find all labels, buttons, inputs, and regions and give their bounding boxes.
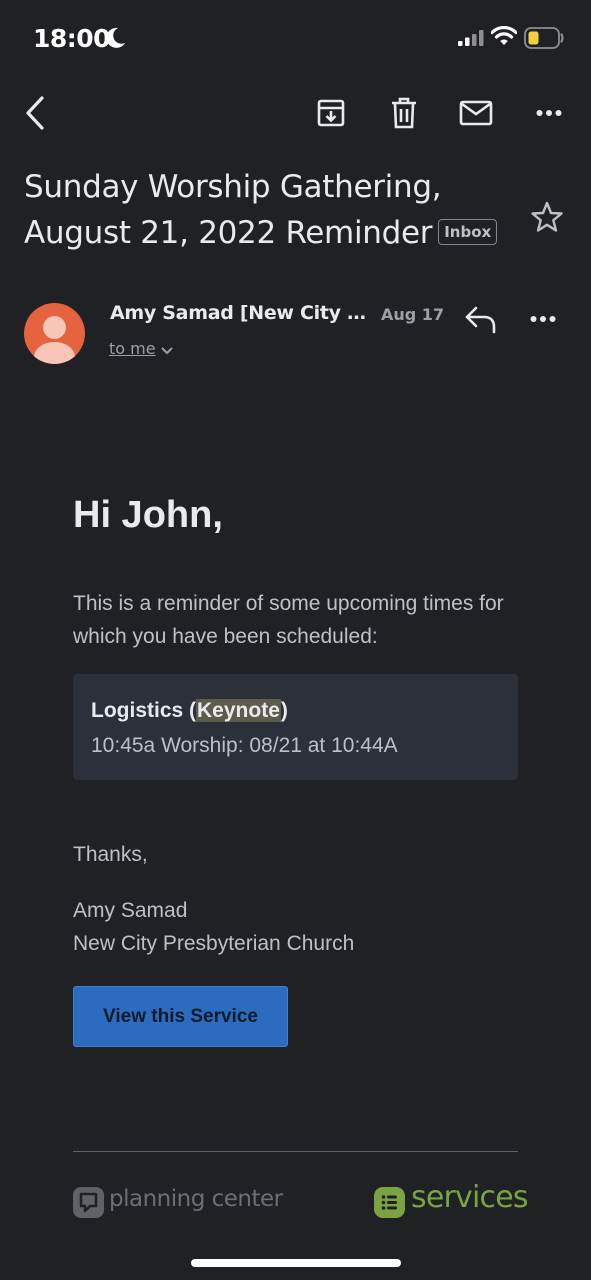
signature-org: New City Presbyterian Church (73, 932, 355, 955)
back-icon[interactable] (18, 93, 54, 133)
moon-icon (106, 27, 126, 54)
signature-name: Amy Samad (73, 899, 188, 922)
email-date: Aug 17 (381, 305, 445, 324)
status-time: 18:00 (33, 24, 111, 53)
sender-name: Amy Samad [New City Pr... (110, 302, 372, 324)
schedule-title-suffix: ) (280, 699, 288, 722)
intro-text: This is a reminder of some upcoming time… (73, 592, 504, 648)
email-subject: Sunday Worship Gathering, August 21, 202… (24, 164, 524, 256)
subject-text: Sunday Worship Gathering, August 21, 202… (24, 169, 442, 251)
signal-icon (458, 30, 485, 51)
star-icon[interactable] (530, 200, 566, 236)
services-brand: services (411, 1180, 529, 1215)
schedule-time: 10:45a Worship: 08/21 at 10:44A (91, 734, 398, 757)
chevron-down-icon[interactable] (160, 343, 174, 361)
wifi-icon (490, 25, 518, 51)
greeting: Hi John, (73, 494, 223, 536)
more-icon[interactable] (530, 100, 568, 126)
home-indicator[interactable] (191, 1259, 401, 1267)
schedule-title-keyword: Keynote (196, 699, 281, 722)
schedule-title-prefix: Logistics ( (91, 699, 197, 722)
mail-icon[interactable] (456, 94, 496, 132)
inbox-label-badge[interactable]: Inbox (438, 219, 498, 245)
schedule-title: Logistics (Keynote) (91, 699, 288, 723)
view-service-button[interactable]: View this Service (73, 986, 288, 1047)
archive-icon[interactable] (312, 94, 350, 132)
services-logo-icon (374, 1187, 405, 1218)
status-bar: 18:00 (0, 0, 591, 76)
thanks-text: Thanks, (73, 843, 148, 866)
avatar (24, 303, 85, 364)
recipient-details[interactable]: to me (109, 339, 156, 358)
reply-icon[interactable] (462, 304, 502, 340)
divider (73, 1151, 518, 1152)
sender-more-icon[interactable] (530, 310, 568, 334)
planning-center-brand: planning center (109, 1186, 283, 1212)
planning-center-logo-icon (73, 1187, 104, 1218)
delete-icon[interactable] (385, 94, 423, 132)
schedule-card: Logistics (Keynote) 10:45a Worship: 08/2… (73, 674, 518, 780)
battery-icon (524, 27, 564, 54)
